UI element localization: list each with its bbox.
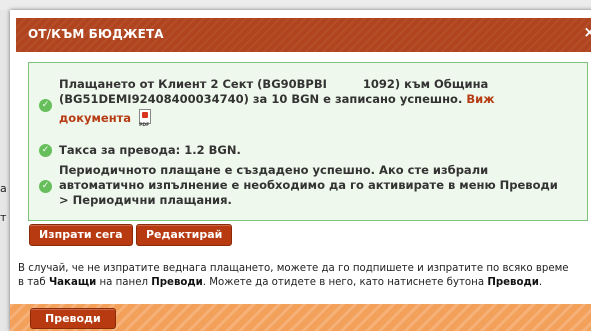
transfers-button-label: Преводи [487, 277, 539, 288]
dialog-title: ОТ/КЪМ БЮДЖЕТА [28, 27, 164, 41]
periodic-line-3: > Периодични плащания. [59, 193, 232, 207]
pdf-file-icon[interactable]: PDF [139, 109, 152, 128]
edit-button[interactable]: Редактирай [136, 224, 233, 246]
fee-text: Такса за превода: 1.2 BGN. [59, 143, 241, 157]
view-document-link[interactable]: Виж [466, 92, 494, 106]
info-line-1: В случай, че не изпратите веднага плащан… [18, 263, 569, 274]
payment-line-1: Плащането от Клиент 2 Сект (BG90BPBI 109… [59, 77, 489, 91]
close-icon[interactable]: × [583, 23, 591, 41]
check-circle-icon: ✓ [39, 144, 52, 157]
background-left-panel: а т [0, 10, 10, 331]
background-letter: а [0, 182, 7, 195]
send-now-button[interactable]: Изпрати сега [29, 224, 133, 246]
periodic-line-1: Периодичното плащане е създадено успешно… [59, 163, 489, 177]
transfers-panel-label: Преводи [151, 277, 203, 288]
info-line-2: в таб Чакащи на панел Преводи. Можете да… [18, 277, 543, 288]
bottom-bar: Преводи [10, 304, 591, 331]
background-letter: т [0, 211, 7, 224]
check-circle-icon: ✓ [39, 99, 52, 112]
transfers-button[interactable]: Преводи [30, 308, 116, 329]
view-document-link-cont[interactable]: документа [59, 111, 131, 125]
success-message-box: ✓ Плащането от Клиент 2 Сект (BG90BPBI 1… [28, 62, 588, 221]
periodic-line-2: автоматично изпълнение е необходимо да г… [59, 178, 558, 192]
dialog-titlebar: ОТ/КЪМ БЮДЖЕТА × [16, 18, 591, 52]
pending-tab-label: Чакащи [48, 277, 97, 288]
payment-line-2: (BG51DEMI92408400034740) за 10 BGN е зап… [59, 92, 463, 106]
check-circle-icon: ✓ [39, 180, 52, 193]
info-text: В случай, че не изпратите веднага плащан… [18, 262, 582, 290]
